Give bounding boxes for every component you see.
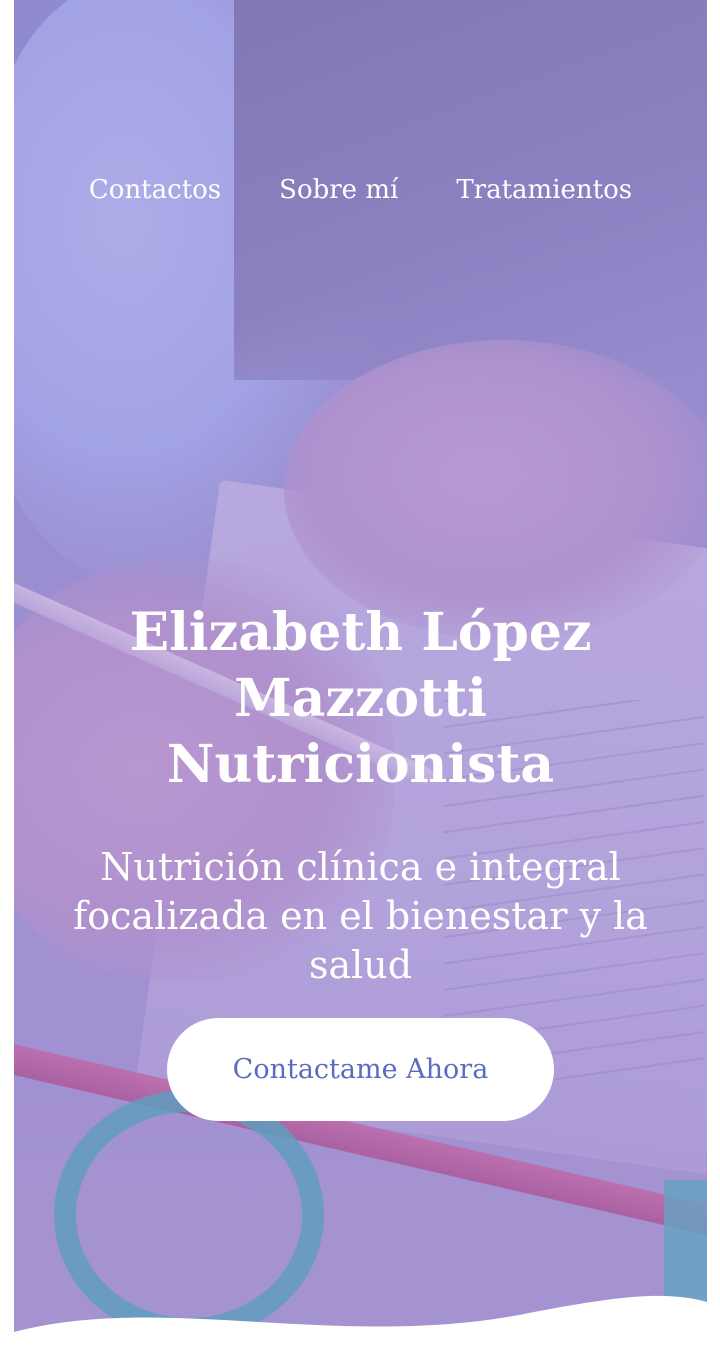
main-nav: Contactos Sobre mí Tratamientos [14,170,707,210]
hero-title-line: Elizabeth López [129,602,592,663]
hero-title: Elizabeth López Mazzotti Nutricionista [14,600,707,798]
nav-item-sobre-mi[interactable]: Sobre mí [279,170,398,210]
hero-subtitle-line: salud [308,943,413,987]
hero-section: Contactos Sobre mí Tratamientos Elizabet… [14,0,707,1362]
hero-subtitle: Nutrición clínica e integral focalizada … [44,843,677,990]
hero-subtitle-line: Nutrición clínica e integral [100,845,621,889]
nav-item-tratamientos[interactable]: Tratamientos [456,170,632,210]
hero-title-line: Mazzotti [234,668,487,729]
contact-now-button[interactable]: Contactame Ahora [167,1018,554,1121]
hero-subtitle-line: focalizada en el bienestar y la [73,894,648,938]
hero-bottom-wave [14,1295,707,1362]
hero-title-line: Nutricionista [166,734,555,795]
nav-item-contactos[interactable]: Contactos [89,170,221,210]
